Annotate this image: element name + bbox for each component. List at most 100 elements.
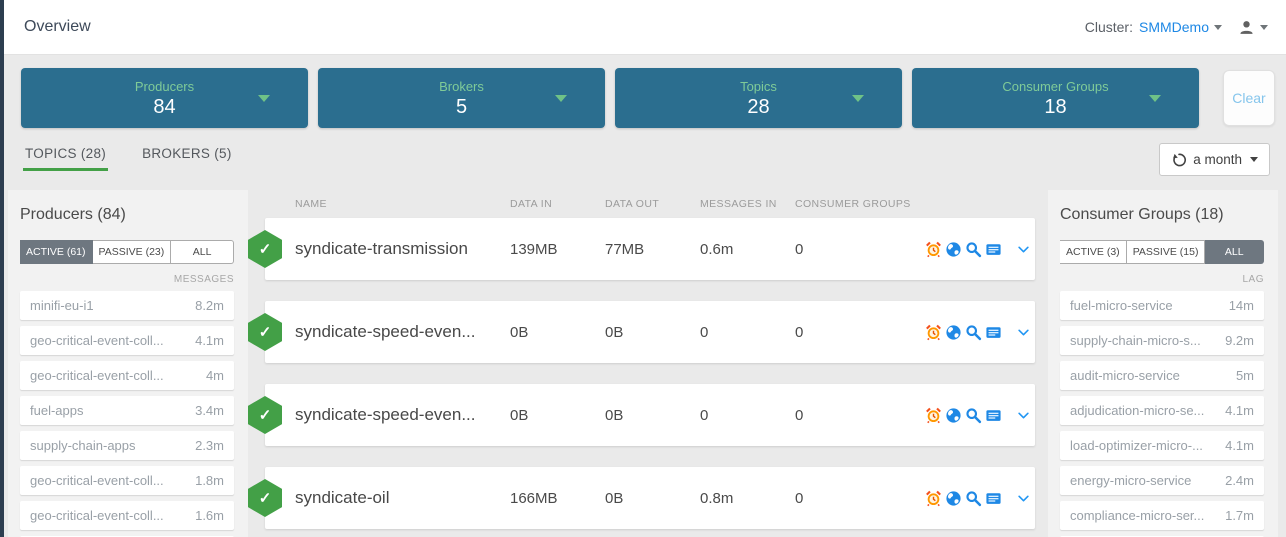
- tab[interactable]: BROKERS (5): [140, 142, 234, 171]
- producer-messages: 8.2m: [195, 298, 224, 313]
- consumer-group-lag: 4.1m: [1225, 403, 1254, 418]
- consumer-group-list-item[interactable]: audit-micro-service 5m: [1060, 361, 1264, 390]
- tab-list: TOPICS (28) BROKERS (5): [23, 142, 266, 171]
- search-icon[interactable]: [965, 241, 982, 258]
- topic-row[interactable]: ✓ syndicate-transmission 139MB 77MB 0.6m…: [248, 218, 1035, 280]
- globe-icon[interactable]: [945, 407, 962, 424]
- metric-filter-card[interactable]: Consumer Groups 18: [912, 68, 1199, 128]
- expand-chevron-icon[interactable]: [1016, 242, 1031, 257]
- consumer-group-list-item[interactable]: energy-micro-service 2.4m: [1060, 466, 1264, 495]
- alerts-icon[interactable]: [925, 407, 942, 424]
- consumer-group-lag: 14m: [1228, 298, 1254, 313]
- consumer-group-lag: 4.1m: [1225, 438, 1254, 453]
- chevron-down-icon[interactable]: [258, 95, 270, 102]
- topic-data-in: 0B: [510, 323, 529, 341]
- metric-label: Brokers: [439, 78, 484, 94]
- producer-name: fuel-apps: [30, 403, 84, 418]
- metric-value: 18: [1044, 95, 1067, 118]
- topic-data-out: 0B: [605, 323, 624, 341]
- top-bar-right: Cluster: SMMDemo: [1085, 19, 1268, 36]
- filter-segment[interactable]: ACTIVE (61): [20, 240, 93, 264]
- globe-icon[interactable]: [945, 241, 962, 258]
- list-details-icon[interactable]: [985, 407, 1002, 424]
- list-details-icon[interactable]: [985, 324, 1002, 341]
- chevron-down-icon[interactable]: [852, 95, 864, 102]
- topic-data-out: 0B: [605, 406, 624, 424]
- topic-row[interactable]: ✓ syndicate-speed-even... 0B 0B 0 0: [248, 384, 1035, 446]
- consumer-group-list-item[interactable]: fuel-micro-service 14m: [1060, 291, 1264, 320]
- tab[interactable]: TOPICS (28): [23, 142, 109, 171]
- collapsed-nav-strip: [0, 0, 4, 537]
- consumer-groups-panel-title: Consumer Groups (18): [1060, 206, 1224, 223]
- clear-wrap: Clear: [1216, 68, 1275, 128]
- globe-icon[interactable]: [945, 490, 962, 507]
- topic-name[interactable]: syndicate-transmission: [295, 239, 510, 259]
- metric-filter-card[interactable]: Topics 28: [615, 68, 902, 128]
- list-details-icon[interactable]: [985, 241, 1002, 258]
- topic-name[interactable]: syndicate-oil: [295, 488, 510, 508]
- expand-chevron-icon[interactable]: [1016, 491, 1031, 506]
- topic-name[interactable]: syndicate-speed-even...: [295, 405, 510, 425]
- metric-value: 84: [153, 95, 176, 118]
- producer-list-item[interactable]: geo-critical-event-coll... 4m: [20, 361, 234, 390]
- topics-table-header: NAME DATA IN DATA OUT MESSAGES IN CONSUM…: [265, 190, 1035, 218]
- topic-consumer-groups: 0: [795, 489, 804, 507]
- chevron-down-icon[interactable]: [1149, 95, 1161, 102]
- search-icon[interactable]: [965, 324, 982, 341]
- consumer-group-list-item[interactable]: compliance-micro-ser... 1.7m: [1060, 501, 1264, 530]
- expand-chevron-icon[interactable]: [1016, 325, 1031, 340]
- metric-filter-card[interactable]: Producers 84: [21, 68, 308, 128]
- filter-segment[interactable]: ALL: [171, 240, 234, 264]
- metric-value: 28: [747, 95, 770, 118]
- producer-list-item[interactable]: fuel-apps 3.4m: [20, 396, 234, 425]
- cluster-selector[interactable]: SMMDemo: [1139, 19, 1209, 35]
- producer-list-item[interactable]: minifi-eu-i1 8.2m: [20, 291, 234, 320]
- clear-filters-button[interactable]: Clear: [1223, 70, 1275, 126]
- search-icon[interactable]: [965, 490, 982, 507]
- producer-list-item[interactable]: geo-critical-event-coll... 1.6m: [20, 501, 234, 530]
- column-header-data-in: DATA IN: [510, 198, 553, 210]
- producers-column-label: MESSAGES: [173, 274, 234, 285]
- time-range-label: a month: [1193, 152, 1242, 167]
- alerts-icon[interactable]: [925, 241, 942, 258]
- filter-segment[interactable]: ACTIVE (3): [1060, 240, 1127, 264]
- topic-name[interactable]: syndicate-speed-even...: [295, 322, 510, 342]
- alerts-icon[interactable]: [925, 324, 942, 341]
- producer-name: geo-critical-event-coll...: [30, 508, 164, 523]
- list-details-icon[interactable]: [985, 490, 1002, 507]
- chevron-down-icon[interactable]: [1214, 24, 1222, 30]
- topic-row[interactable]: ✓ syndicate-speed-even... 0B 0B 0 0: [248, 301, 1035, 363]
- globe-icon[interactable]: [945, 324, 962, 341]
- metric-value: 5: [455, 95, 468, 118]
- consumer-group-name: supply-chain-micro-s...: [1070, 333, 1201, 348]
- expand-chevron-icon[interactable]: [1016, 408, 1031, 423]
- topic-actions: [925, 407, 1031, 424]
- producer-messages: 3.4m: [195, 403, 224, 418]
- metric-label: Consumer Groups: [1002, 78, 1109, 94]
- filter-segment[interactable]: PASSIVE (23): [92, 240, 172, 264]
- producer-messages: 1.8m: [195, 473, 224, 488]
- producer-list-item[interactable]: geo-critical-event-coll... 4.1m: [20, 326, 234, 355]
- filter-segment[interactable]: ALL: [1205, 240, 1264, 264]
- producer-name: geo-critical-event-coll...: [30, 368, 164, 383]
- producer-list-item[interactable]: geo-critical-event-coll... 1.8m: [20, 466, 234, 495]
- search-icon[interactable]: [965, 407, 982, 424]
- healthy-status-icon: ✓: [248, 230, 282, 268]
- producers-panel: Producers (84) ACTIVE (61) PASSIVE (23) …: [8, 190, 248, 537]
- topic-data-in: 139MB: [510, 240, 558, 258]
- topic-messages-in: 0: [700, 406, 709, 424]
- consumer-groups-column-label: LAG: [1242, 274, 1264, 285]
- consumer-group-list-item[interactable]: adjudication-micro-se... 4.1m: [1060, 396, 1264, 425]
- topic-consumer-groups: 0: [795, 323, 804, 341]
- topic-row[interactable]: ✓ syndicate-oil 166MB 0B 0.8m 0: [248, 467, 1035, 529]
- consumer-group-list-item[interactable]: load-optimizer-micro-... 4.1m: [1060, 431, 1264, 460]
- column-header-messages-in: MESSAGES IN: [700, 198, 777, 210]
- alerts-icon[interactable]: [925, 490, 942, 507]
- filter-segment[interactable]: PASSIVE (15): [1126, 240, 1206, 264]
- metric-filter-card[interactable]: Brokers 5: [318, 68, 605, 128]
- user-menu[interactable]: [1238, 19, 1268, 36]
- consumer-group-list-item[interactable]: supply-chain-micro-s... 9.2m: [1060, 326, 1264, 355]
- producer-list-item[interactable]: supply-chain-apps 2.3m: [20, 431, 234, 460]
- chevron-down-icon[interactable]: [555, 95, 567, 102]
- time-range-button[interactable]: a month: [1159, 143, 1270, 176]
